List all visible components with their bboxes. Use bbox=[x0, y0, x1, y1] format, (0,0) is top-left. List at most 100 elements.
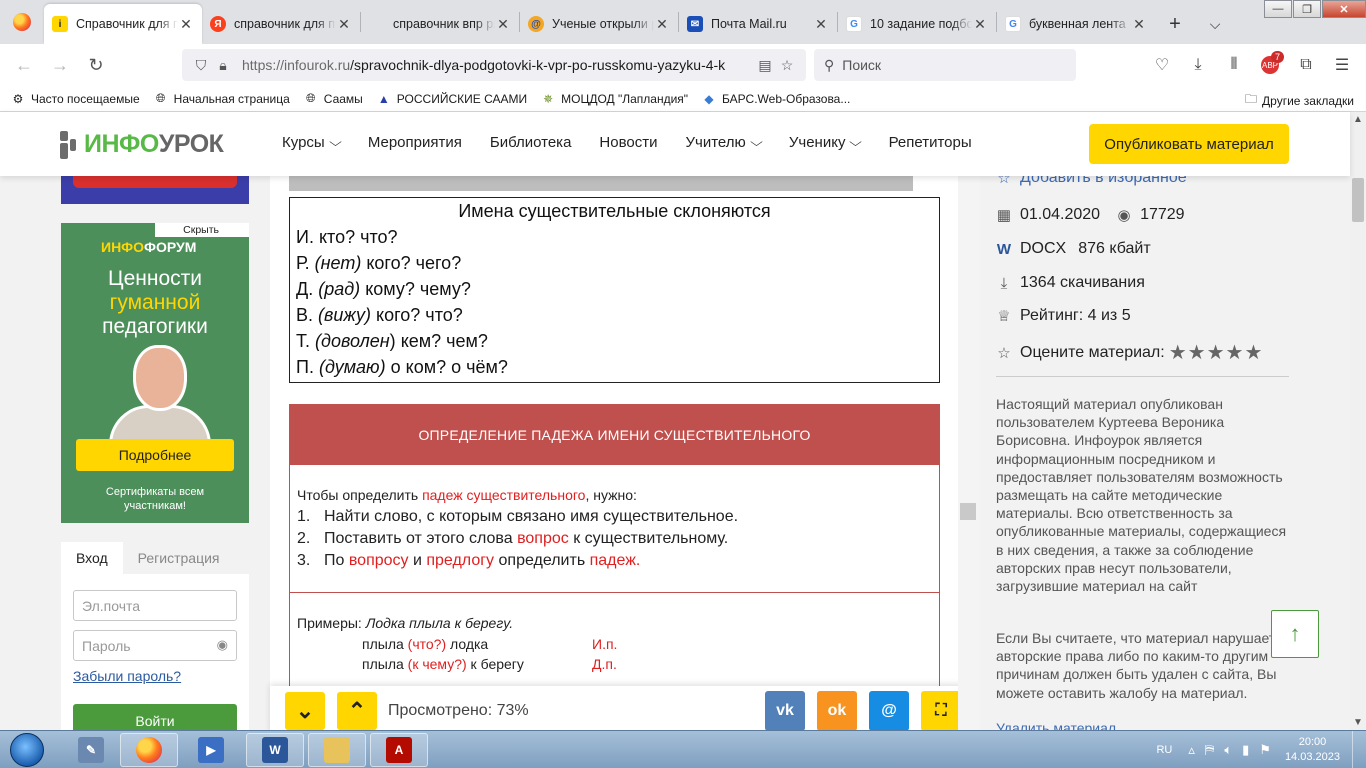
back-to-top-button[interactable]: ↑ bbox=[1271, 610, 1319, 658]
menu-item-library[interactable]: Библиотека bbox=[490, 134, 572, 151]
taskbar-explorer[interactable] bbox=[308, 733, 366, 767]
definition-header: ОПРЕДЕЛЕНИЕ ПАДЕЖА ИМЕНИ СУЩЕСТВИТЕЛЬНОГ… bbox=[290, 405, 939, 465]
shield-icon[interactable]: ⛉ bbox=[190, 57, 212, 74]
star-icon[interactable]: ★ bbox=[1226, 342, 1245, 364]
doc-scroll-thumb[interactable] bbox=[960, 503, 976, 520]
menu-item-events[interactable]: Мероприятия bbox=[368, 134, 462, 151]
browser-tab-7[interactable]: G буквенная лента - Пои ✕ bbox=[997, 4, 1155, 44]
signal-icon[interactable]: ▮ bbox=[1242, 742, 1249, 758]
bookmark-russian-saami[interactable]: ▲ РОССИЙСКИЕ СААМИ bbox=[376, 91, 527, 107]
star-icon[interactable]: ★ bbox=[1244, 342, 1263, 364]
show-desktop-button[interactable] bbox=[1352, 731, 1366, 768]
add-to-favorites-link[interactable]: ☆ Добавить в избранное bbox=[996, 176, 1186, 187]
hamburger-menu-icon[interactable]: ☰ bbox=[1324, 49, 1360, 81]
close-tab-icon[interactable]: ✕ bbox=[813, 16, 829, 33]
volume-icon[interactable]: 🔈︎ bbox=[1224, 742, 1232, 758]
address-bar[interactable]: ⛉ 🔒︎ https://infourok.ru/spravochnik-dly… bbox=[182, 49, 806, 81]
network-icon[interactable]: ⛿ bbox=[1205, 742, 1214, 758]
star-icon[interactable]: ★ bbox=[1188, 342, 1207, 364]
fullscreen-icon[interactable]: ⛶ bbox=[921, 691, 961, 731]
taskbar-acrobat[interactable]: A bbox=[370, 733, 428, 767]
hide-banner-link[interactable]: Скрыть bbox=[155, 223, 249, 237]
scroll-down-button[interactable]: ⌄ bbox=[285, 692, 325, 730]
maximize-icon[interactable]: ❐ bbox=[1293, 0, 1321, 18]
menu-item-news[interactable]: Новости bbox=[599, 134, 657, 151]
close-tab-icon[interactable]: ✕ bbox=[178, 16, 194, 33]
reload-icon[interactable]: ↻ bbox=[78, 47, 114, 83]
scroll-up-button[interactable]: ⌃ bbox=[337, 692, 377, 730]
tab-login[interactable]: Вход bbox=[61, 542, 123, 574]
infourok-logo[interactable]: ИНФО УРОК bbox=[60, 130, 224, 159]
download-icon[interactable]: ⤓ bbox=[1180, 49, 1216, 81]
publish-material-button[interactable]: Опубликовать материал bbox=[1089, 124, 1289, 164]
password-field[interactable]: Пароль ◉ bbox=[73, 630, 237, 661]
bookmark-home[interactable]: 🌐︎ Начальная страница bbox=[153, 91, 290, 107]
forward-arrow-icon[interactable]: → bbox=[42, 47, 78, 83]
taskbar-firefox[interactable] bbox=[120, 733, 178, 767]
page-scrollbar[interactable]: ▲ ▼ bbox=[1350, 112, 1366, 730]
pocket-icon[interactable]: ♡ bbox=[1144, 49, 1180, 81]
clock[interactable]: 20:00 14.03.2023 bbox=[1285, 735, 1340, 765]
rating-stars[interactable]: ★★★★★ bbox=[1169, 340, 1264, 365]
scrollbar-thumb[interactable] bbox=[1352, 178, 1364, 222]
bookmark-most-visited[interactable]: ⚙ Часто посещаемые bbox=[10, 91, 140, 107]
bookmark-star-icon[interactable]: ☆ bbox=[776, 57, 798, 74]
bookmark-saami[interactable]: 🌐︎ Саамы bbox=[303, 91, 363, 107]
browser-tab-5[interactable]: ✉ Почта Mail.ru ✕ bbox=[679, 4, 837, 44]
forgot-password-link[interactable]: Забыли пароль? bbox=[73, 668, 181, 684]
taskbar-app-tools[interactable]: ✎ bbox=[62, 733, 120, 767]
list-tabs-chevron-icon[interactable]: ⌵ bbox=[1195, 4, 1235, 44]
scroll-up-arrow-icon[interactable]: ▲ bbox=[1350, 114, 1366, 125]
delete-material-link[interactable]: Удалить материал bbox=[996, 720, 1116, 730]
menu-item-tutors[interactable]: Репетиторы bbox=[889, 134, 972, 151]
reader-view-icon[interactable]: ▤ bbox=[754, 57, 776, 74]
browser-tab-1[interactable]: i Справочник для подготовки ✕ bbox=[44, 4, 202, 44]
taskbar-word[interactable]: W bbox=[246, 733, 304, 767]
minimize-icon[interactable]: — bbox=[1264, 0, 1292, 18]
extensions-puzzle-icon[interactable]: ⧉ bbox=[1288, 49, 1324, 81]
menu-item-student[interactable]: Ученику ⌵ bbox=[789, 134, 863, 151]
bookmark-bars[interactable]: ◆ БАРС.Web-Образова... bbox=[701, 91, 850, 107]
close-tab-icon[interactable]: ✕ bbox=[1131, 16, 1147, 33]
flag-icon[interactable]: ⚑ bbox=[1259, 742, 1271, 758]
start-button[interactable] bbox=[4, 731, 50, 768]
step-number: 1. bbox=[297, 508, 311, 525]
window-close-icon[interactable]: ✕ bbox=[1322, 0, 1366, 18]
new-tab-plus-icon[interactable]: + bbox=[1155, 4, 1195, 44]
scroll-down-arrow-icon[interactable]: ▼ bbox=[1350, 717, 1366, 728]
promo-more-button[interactable]: Подробнее bbox=[76, 439, 234, 471]
infoforum-promo-banner[interactable]: Скрыть ИНФОФОРУМ Ценности гуманной педаг… bbox=[61, 223, 249, 523]
browser-tab-4[interactable]: @ Ученые открыли ран ✕ bbox=[520, 4, 678, 44]
star-icon[interactable]: ★ bbox=[1207, 342, 1226, 364]
browser-tab-3[interactable]: справочник впр ря 4кл ✕ bbox=[361, 4, 519, 44]
close-tab-icon[interactable]: ✕ bbox=[654, 16, 670, 33]
step-highlight: предлогу bbox=[426, 552, 495, 569]
library-icon[interactable]: ⫴ bbox=[1216, 49, 1252, 81]
url-text[interactable]: https://infourok.ru/spravochnik-dlya-pod… bbox=[242, 57, 754, 73]
close-tab-icon[interactable]: ✕ bbox=[972, 16, 988, 33]
odnoklassniki-share-icon[interactable]: ok bbox=[817, 691, 857, 731]
close-tab-icon[interactable]: ✕ bbox=[495, 16, 511, 33]
menu-item-teacher[interactable]: Учителю ⌵ bbox=[685, 134, 762, 151]
browser-tab-6[interactable]: G 10 задание подбор сл ✕ bbox=[838, 4, 996, 44]
tray-expand-icon[interactable]: ▵ bbox=[1188, 742, 1195, 758]
email-field[interactable]: Эл.почта bbox=[73, 590, 237, 621]
bookmark-laplandia[interactable]: ✵ МОЦДОД "Лапландия" bbox=[540, 91, 688, 107]
previous-page-strip bbox=[289, 176, 913, 191]
mail-share-icon[interactable]: @ bbox=[869, 691, 909, 731]
star-icon[interactable]: ★ bbox=[1169, 342, 1188, 364]
lock-icon[interactable]: 🔒︎ bbox=[212, 57, 234, 74]
back-arrow-icon[interactable]: ← bbox=[6, 47, 42, 83]
taskbar-media-player[interactable]: ▶ bbox=[182, 733, 240, 767]
language-indicator[interactable]: RU bbox=[1156, 744, 1172, 756]
eye-icon[interactable]: ◉ bbox=[217, 637, 228, 653]
browser-tab-2[interactable]: Я справочник для подготовки ✕ bbox=[202, 4, 360, 44]
previous-banner[interactable] bbox=[61, 176, 249, 204]
menu-item-courses[interactable]: Курсы ⌵ bbox=[282, 134, 342, 151]
vk-share-icon[interactable]: vk bbox=[765, 691, 805, 731]
other-bookmarks[interactable]: 🗀︎ Другие закладки bbox=[1245, 90, 1354, 111]
close-tab-icon[interactable]: ✕ bbox=[336, 16, 352, 33]
tab-register[interactable]: Регистрация bbox=[123, 542, 235, 574]
adblock-extension-icon[interactable]: ABP 7 bbox=[1252, 49, 1288, 81]
search-bar[interactable]: ⚲ Поиск bbox=[814, 49, 1076, 81]
